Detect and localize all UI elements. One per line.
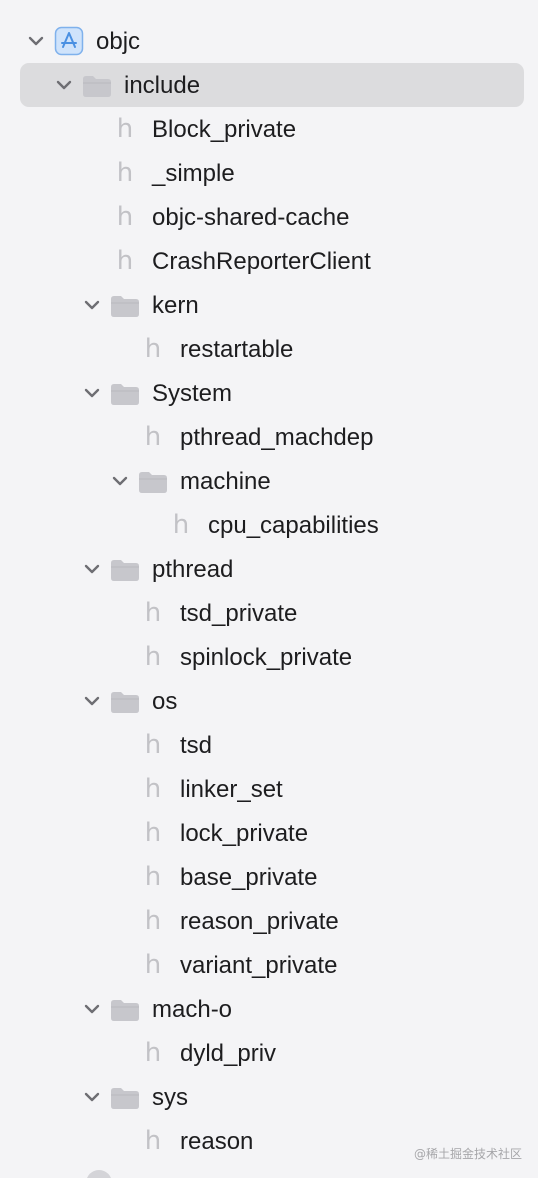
chevron-down-icon[interactable] — [82, 383, 102, 403]
project-navigator: objc include h Block_private h _simple h… — [0, 0, 538, 1178]
app-project-icon — [54, 26, 84, 56]
tree-row-label: pthread — [152, 556, 234, 583]
tree-row-simple[interactable]: h _simple — [0, 151, 538, 195]
tree-row-label: CrashReporterClient — [152, 248, 371, 275]
tree-row-objc[interactable]: objc — [0, 19, 538, 63]
tree-row-label: restartable — [180, 336, 294, 363]
chevron-down-icon[interactable] — [82, 1087, 102, 1107]
header-file-icon: h — [144, 906, 162, 936]
library-icon — [86, 1170, 112, 1178]
chevron-down-icon[interactable] — [26, 31, 46, 51]
tree-row-tsd-private[interactable]: h tsd_private — [0, 591, 538, 635]
tree-row-label: kern — [152, 292, 199, 319]
tree-row-label: reason — [180, 1128, 254, 1155]
tree-row-pthread[interactable]: pthread — [0, 547, 538, 591]
header-file-icon: h — [144, 950, 162, 980]
folder-icon — [110, 690, 140, 714]
tree-row-spinlock-private[interactable]: h spinlock_private — [0, 635, 538, 679]
folder-icon — [110, 998, 140, 1022]
tree-row-label: include — [124, 72, 201, 99]
header-file-icon: h — [144, 818, 162, 848]
tree-row-label: variant_private — [180, 952, 338, 979]
tree-row-sys[interactable]: sys — [0, 1075, 538, 1119]
header-file-icon: h — [172, 510, 190, 540]
tree-row-label: _simple — [152, 160, 235, 187]
folder-icon — [110, 558, 140, 582]
tree-row-label: reason_private — [180, 908, 339, 935]
tree-row-label: objc-shared-cache — [152, 204, 350, 231]
header-file-icon: h — [144, 642, 162, 672]
tree-row-label: machine — [180, 468, 271, 495]
tree-row-block-private[interactable]: h Block_private — [0, 107, 538, 151]
watermark: @稀土掘金技术社区 — [413, 1147, 522, 1161]
folder-icon — [110, 382, 140, 406]
tree-row-lock-private[interactable]: h lock_private — [0, 811, 538, 855]
tree-row-label: lock_private — [180, 820, 309, 847]
tree-row-variant-private[interactable]: h variant_private — [0, 943, 538, 987]
tree-row-label: objc — [96, 28, 141, 55]
folder-icon — [138, 470, 168, 494]
chevron-down-icon[interactable] — [110, 471, 130, 491]
tree-row-partial[interactable] — [0, 1166, 538, 1178]
header-file-icon: h — [116, 202, 134, 232]
chevron-down-icon[interactable] — [82, 999, 102, 1019]
tree-row-pthread-machdep[interactable]: h pthread_machdep — [0, 415, 538, 459]
tree-row-label: tsd_private — [180, 600, 298, 627]
tree-row-label: base_private — [180, 864, 318, 891]
tree-row-label: mach-o — [152, 996, 233, 1023]
tree-row-objc-shared-cache[interactable]: h objc-shared-cache — [0, 195, 538, 239]
tree-row-kern[interactable]: kern — [0, 283, 538, 327]
tree-row-linker-set[interactable]: h linker_set — [0, 767, 538, 811]
tree-row-system[interactable]: System — [0, 371, 538, 415]
tree-row-tsd[interactable]: h tsd — [0, 723, 538, 767]
tree-row-label: System — [152, 380, 233, 407]
tree-row-label: spinlock_private — [180, 644, 353, 671]
tree-row-cpu-capabilities[interactable]: h cpu_capabilities — [0, 503, 538, 547]
header-file-icon: h — [144, 1126, 162, 1156]
tree-row-label: Block_private — [152, 116, 297, 143]
header-file-icon: h — [144, 862, 162, 892]
header-file-icon: h — [144, 334, 162, 364]
folder-icon — [82, 74, 112, 98]
chevron-down-icon[interactable] — [82, 295, 102, 315]
tree-row-label: linker_set — [180, 776, 283, 803]
tree-row-label: sys — [152, 1084, 188, 1111]
chevron-down-icon[interactable] — [82, 559, 102, 579]
tree-row-machine[interactable]: machine — [0, 459, 538, 503]
tree-row-label: dyld_priv — [180, 1040, 277, 1067]
tree-row-restartable[interactable]: h restartable — [0, 327, 538, 371]
header-file-icon: h — [116, 114, 134, 144]
header-file-icon: h — [144, 774, 162, 804]
tree-row-label: tsd — [180, 732, 213, 759]
chevron-down-icon[interactable] — [82, 691, 102, 711]
folder-icon — [110, 1086, 140, 1110]
tree-row-dyld-priv[interactable]: h dyld_priv — [0, 1031, 538, 1075]
header-file-icon: h — [144, 730, 162, 760]
folder-icon — [110, 294, 140, 318]
header-file-icon: h — [144, 422, 162, 452]
tree-row-label: os — [152, 688, 178, 715]
tree-row-label: cpu_capabilities — [208, 512, 379, 539]
tree-row-include[interactable]: include — [0, 63, 538, 107]
tree-row-base-private[interactable]: h base_private — [0, 855, 538, 899]
tree-row-mach-o[interactable]: mach-o — [0, 987, 538, 1031]
tree-row-crash-reporter-client[interactable]: h CrashReporterClient — [0, 239, 538, 283]
header-file-icon: h — [144, 598, 162, 628]
header-file-icon: h — [116, 158, 134, 188]
header-file-icon: h — [116, 246, 134, 276]
header-file-icon: h — [144, 1038, 162, 1068]
tree-row-reason-private[interactable]: h reason_private — [0, 899, 538, 943]
tree-row-label: pthread_machdep — [180, 424, 374, 451]
chevron-down-icon[interactable] — [54, 75, 74, 95]
tree-row-os[interactable]: os — [0, 679, 538, 723]
